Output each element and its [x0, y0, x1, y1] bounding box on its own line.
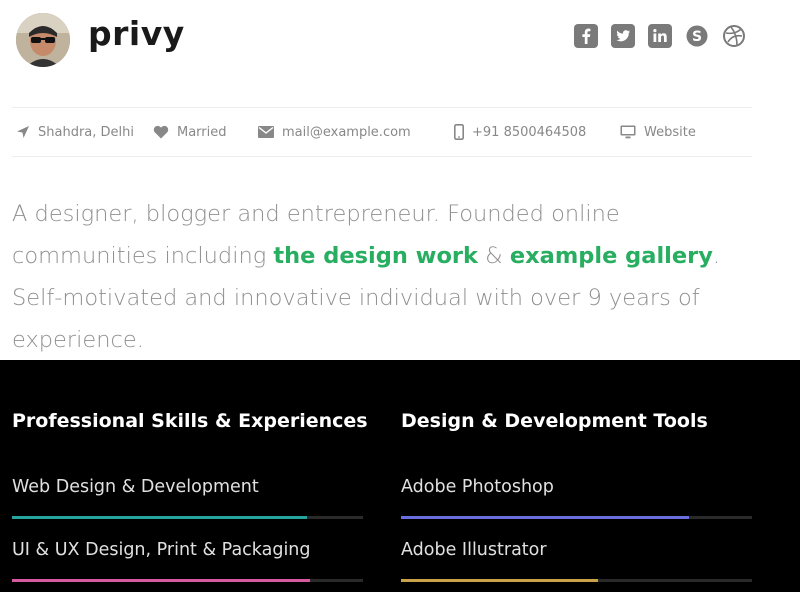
skill-progress-track: [12, 579, 363, 582]
profile-header: privy S Shahdra, Delhi Married mail@exam…: [0, 0, 800, 360]
phone-info[interactable]: +91 8500464508: [454, 108, 586, 156]
location-arrow-icon: [17, 126, 29, 138]
skype-icon[interactable]: S: [685, 24, 709, 48]
phone-text[interactable]: +91 8500464508: [472, 125, 586, 140]
skills-section: Professional Skills & Experiences Web De…: [0, 360, 800, 592]
skill-label: Adobe Illustrator: [401, 540, 547, 560]
website-text[interactable]: Website: [644, 125, 696, 140]
email-info[interactable]: mail@example.com: [258, 108, 411, 156]
mobile-phone-icon: [454, 124, 464, 140]
facebook-icon[interactable]: [574, 24, 598, 48]
marital-status-text: Married: [177, 124, 227, 140]
skill-progress-fill: [401, 579, 598, 582]
location-info: Shahdra, Delhi: [16, 108, 134, 156]
professional-skills-title: Professional Skills & Experiences: [12, 410, 368, 432]
svg-text:S: S: [692, 29, 702, 45]
monitor-icon: [620, 125, 636, 139]
design-work-link[interactable]: the design work: [273, 243, 478, 269]
skill-progress-track: [12, 516, 363, 519]
skill-label: Web Design & Development: [12, 477, 259, 497]
website-info[interactable]: Website: [620, 108, 696, 156]
location-text: Shahdra, Delhi: [38, 124, 134, 140]
example-gallery-link[interactable]: example gallery: [510, 243, 713, 269]
social-links: S: [574, 24, 746, 48]
email-text[interactable]: mail@example.com: [282, 125, 411, 140]
dribbble-icon[interactable]: [722, 24, 746, 48]
bio-text-2: &: [478, 243, 510, 269]
avatar[interactable]: [16, 13, 70, 67]
bio-paragraph: A designer, blogger and entrepreneur. Fo…: [12, 193, 772, 361]
contact-info-bar: Shahdra, Delhi Married mail@example.com …: [12, 107, 752, 157]
skill-progress-fill: [401, 516, 689, 519]
marital-status-info: Married: [153, 108, 227, 156]
skill-progress-fill: [12, 516, 307, 519]
skill-progress-track: [401, 516, 752, 519]
profile-name: privy: [88, 14, 185, 53]
twitter-icon[interactable]: [611, 24, 635, 48]
skill-label: UI & UX Design, Print & Packaging: [12, 540, 311, 560]
linkedin-icon[interactable]: [648, 24, 672, 48]
skill-progress-track: [401, 579, 752, 582]
heart-icon: [153, 125, 169, 139]
tools-title: Design & Development Tools: [401, 410, 708, 432]
skill-label: Adobe Photoshop: [401, 477, 554, 497]
envelope-icon: [258, 126, 274, 138]
skill-progress-fill: [12, 579, 311, 582]
